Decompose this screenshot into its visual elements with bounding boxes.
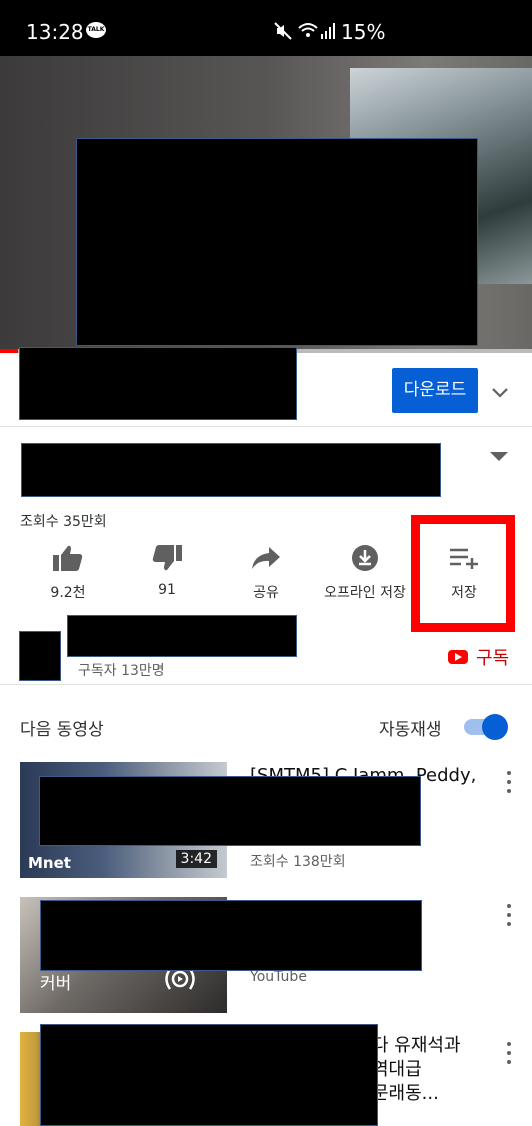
video-title[interactable]: 다 유재석과 역대급 문래동... [372,1034,492,1106]
dislike-count: 91 [158,582,176,598]
share-button[interactable]: 공유 [218,540,314,610]
redacted-block [39,776,421,846]
toggle-knob [482,714,508,740]
redacted-block [40,1024,378,1126]
save-highlight-box [411,515,515,632]
redacted-channel-name [67,615,297,657]
share-label: 공유 [253,585,279,601]
redacted-player-area [76,138,478,346]
video-views: 조회수 138만회 [250,854,346,870]
thumbnail-text: 커버 [40,974,72,994]
offline-download-icon [352,545,378,571]
like-button[interactable]: 9.2천 [20,540,116,610]
progress-fill [0,349,18,353]
subscriber-count: 구독자 13만명 [78,663,165,679]
youtube-logo-icon [448,650,468,664]
wifi-icon [298,23,318,37]
redacted-banner [19,347,297,420]
video-channel: YouTube [250,969,307,985]
share-icon [252,547,280,569]
divider [0,684,532,685]
autoplay-toggle[interactable] [464,714,508,740]
offline-save-label: 오프라인 저장 [324,585,406,601]
up-next-label: 다음 동영상 [20,720,104,740]
thumbs-up-icon [53,545,83,571]
redacted-video-title [21,443,441,497]
chat-notification-icon: TALK [86,22,106,38]
like-count: 9.2천 [50,585,86,601]
mnet-logo: Mnet [28,854,71,872]
subscribe-button[interactable]: 구독 [448,645,509,669]
redacted-block [40,900,422,971]
more-options-icon[interactable] [503,904,515,926]
status-time: 13:28 [26,20,84,44]
chevron-down-icon[interactable] [490,382,510,402]
divider [0,426,532,427]
dislike-button[interactable]: 91 [119,540,215,610]
signal-icon [321,23,335,39]
view-count: 조회수 35만회 [20,514,107,530]
status-bar: 13:28 TALK 15% [0,0,532,56]
expand-description-icon[interactable] [490,452,508,461]
battery-level: 15% [341,20,386,44]
download-button[interactable]: 다운로드 [392,368,478,413]
offline-save-button[interactable]: 오프라인 저장 [317,540,413,610]
redacted-channel-avatar [19,631,61,681]
autoplay-label: 자동재생 [379,720,442,740]
subscribe-label: 구독 [476,648,510,669]
mute-icon [274,22,292,40]
video-duration: 3:42 [175,850,217,868]
more-options-icon[interactable] [503,771,515,793]
more-options-icon[interactable] [503,1042,515,1064]
thumbs-down-icon [152,545,182,571]
